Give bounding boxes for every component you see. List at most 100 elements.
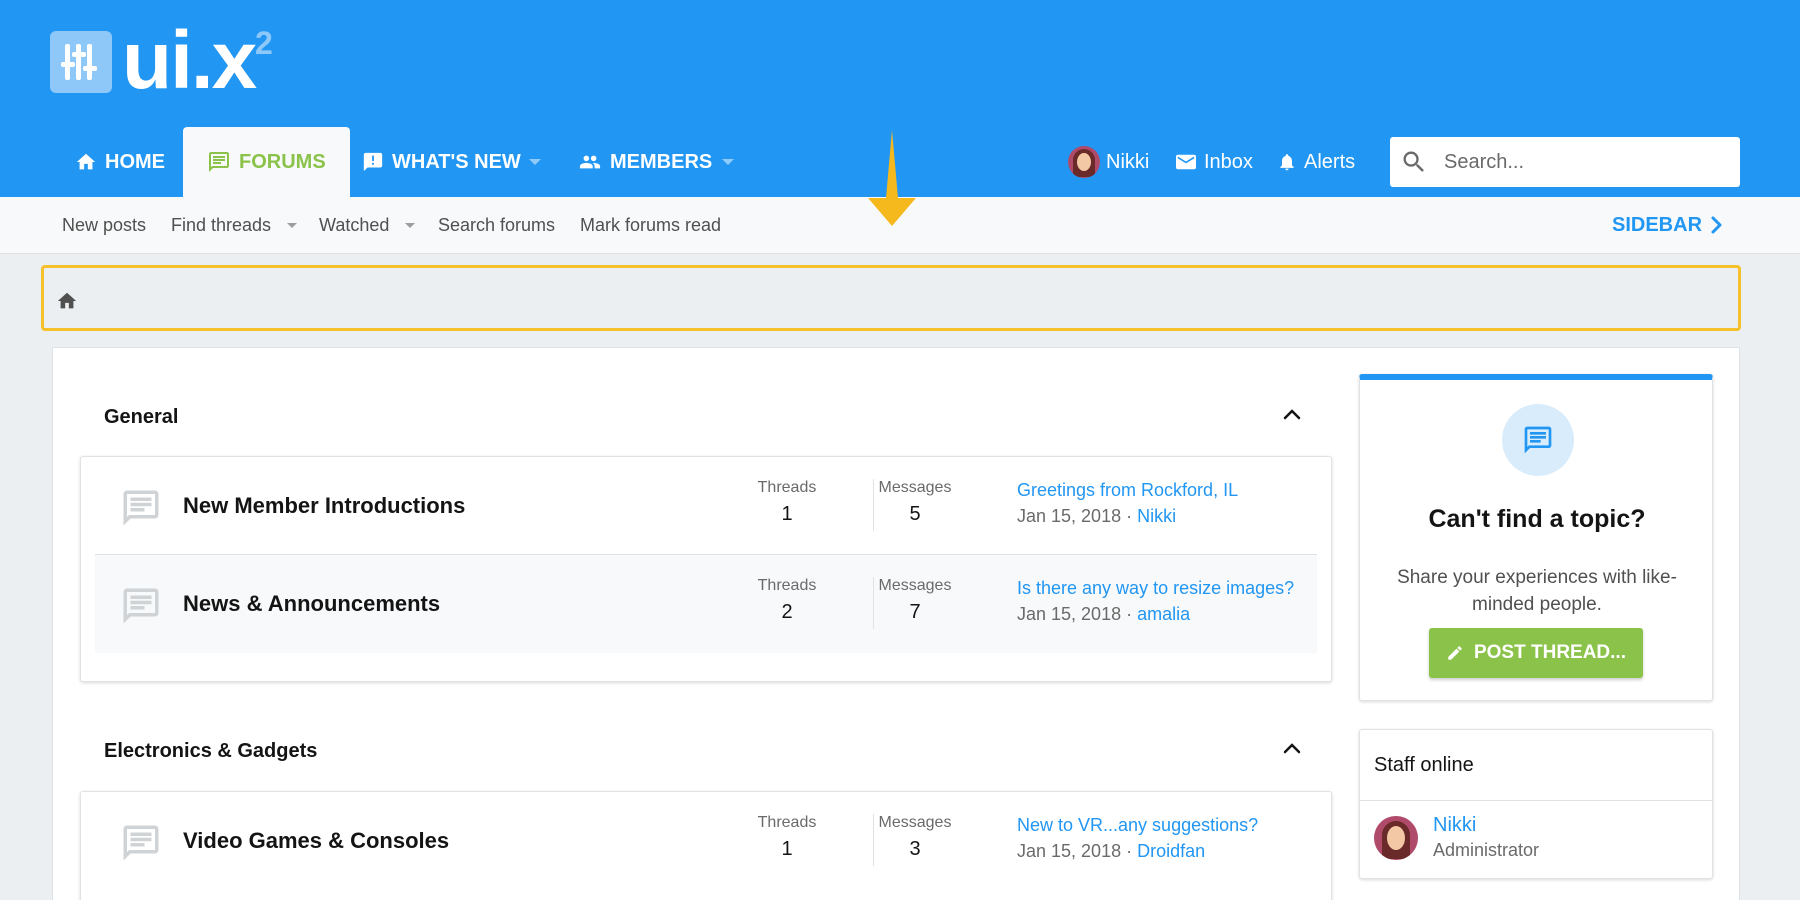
tab-members[interactable]: MEMBERS xyxy=(578,127,712,197)
alerts-label: Alerts xyxy=(1304,150,1356,173)
staff-member-name[interactable]: Nikki xyxy=(1433,814,1476,837)
messages-count: 5 xyxy=(909,503,921,525)
user-avatar xyxy=(1068,146,1100,178)
sliders-icon xyxy=(61,44,97,80)
category-title[interactable]: Electronics & Gadgets xyxy=(104,740,317,763)
subnav-search-forums[interactable]: Search forums xyxy=(438,197,555,253)
messages-stat: Messages 7 xyxy=(870,577,960,624)
logo-text[interactable]: ui.x xyxy=(122,16,257,106)
forum-chat-icon xyxy=(1522,424,1554,456)
tab-forums-label: FORUMS xyxy=(239,150,326,173)
post-thread-widget: Can't find a topic? Share your experienc… xyxy=(1359,374,1713,701)
pencil-icon xyxy=(1446,644,1464,662)
inbox-link[interactable]: Inbox xyxy=(1175,145,1253,179)
latest-post-date: Jan 15, 2018 · xyxy=(1017,506,1133,526)
tab-whats-new[interactable]: WHAT'S NEW xyxy=(362,127,521,197)
threads-count: 1 xyxy=(781,838,793,860)
cta-icon-circle xyxy=(1502,404,1574,476)
node-list: Video Games & Consoles Threads 1 Message… xyxy=(80,791,1332,900)
subnav-mark-forums-read[interactable]: Mark forums read xyxy=(580,197,721,253)
forum-chat-icon xyxy=(119,822,163,864)
staff-online-widget: Staff online Nikki Administrator xyxy=(1359,729,1713,879)
forum-node-row[interactable]: Video Games & Consoles Threads 1 Message… xyxy=(95,792,1317,890)
forum-chat-icon xyxy=(119,585,163,627)
forum-node-row[interactable]: New Member Introductions Threads 1 Messa… xyxy=(95,457,1317,555)
threads-stat: Threads 1 xyxy=(742,479,832,526)
messages-stat: Messages 3 xyxy=(870,814,960,861)
post-thread-label: POST THREAD... xyxy=(1473,642,1626,663)
threads-label: Threads xyxy=(757,479,817,496)
home-icon xyxy=(75,151,97,173)
post-thread-button[interactable]: POST THREAD... xyxy=(1429,628,1643,678)
latest-post-meta: Jan 15, 2018 · Droidfan xyxy=(1017,838,1307,864)
latest-post-meta: Jan 15, 2018 · amalia xyxy=(1017,601,1307,627)
pointer-arrow-annotation xyxy=(864,130,920,233)
inbox-label: Inbox xyxy=(1204,150,1253,173)
messages-label: Messages xyxy=(878,577,952,594)
tab-whats-new-label: WHAT'S NEW xyxy=(392,150,521,173)
latest-post: Greetings from Rockford, IL Jan 15, 2018… xyxy=(1017,477,1307,529)
latest-post: New to VR...any suggestions? Jan 15, 201… xyxy=(1017,812,1307,864)
find-threads-dropdown-caret[interactable] xyxy=(287,223,297,228)
avatar[interactable] xyxy=(1374,816,1418,860)
staff-online-title: Staff online xyxy=(1374,753,1474,776)
forum-node-row[interactable]: News & Announcements Threads 2 Messages … xyxy=(95,555,1317,653)
staff-member-role: Administrator xyxy=(1433,840,1540,860)
node-list: New Member Introductions Threads 1 Messa… xyxy=(80,456,1332,682)
widget-divider xyxy=(1360,800,1712,801)
bell-icon xyxy=(1277,151,1297,173)
chevron-up-icon[interactable] xyxy=(1281,738,1303,760)
threads-count: 1 xyxy=(781,503,793,525)
subnav-watched[interactable]: Watched xyxy=(319,197,389,253)
messages-count: 3 xyxy=(909,838,921,860)
forum-chat-icon xyxy=(207,150,231,174)
latest-post-title[interactable]: Is there any way to resize images? xyxy=(1017,575,1307,601)
messages-count: 7 xyxy=(909,601,921,623)
tab-members-label: MEMBERS xyxy=(610,150,713,173)
forum-title[interactable]: News & Announcements xyxy=(183,555,440,653)
account-link[interactable]: Nikki xyxy=(1068,145,1149,179)
cta-title: Can't find a topic? xyxy=(1428,505,1646,533)
members-dropdown-caret[interactable] xyxy=(722,159,734,165)
cta-description: Share your experiences with like-minded … xyxy=(1397,567,1677,615)
latest-post-user[interactable]: Nikki xyxy=(1137,506,1176,526)
latest-post-user[interactable]: amalia xyxy=(1137,604,1190,624)
breadcrumb-home-icon[interactable] xyxy=(56,290,78,312)
username: Nikki xyxy=(1106,150,1150,173)
latest-post-title[interactable]: Greetings from Rockford, IL xyxy=(1017,477,1307,503)
latest-post-title[interactable]: New to VR...any suggestions? xyxy=(1017,812,1307,838)
tab-forums[interactable]: FORUMS xyxy=(183,127,350,197)
threads-label: Threads xyxy=(757,814,817,831)
mail-icon xyxy=(1175,152,1197,172)
tab-home-label: HOME xyxy=(105,150,165,173)
forum-title[interactable]: Video Games & Consoles xyxy=(183,792,449,890)
logo-superscript: 2 xyxy=(255,25,273,61)
tab-home[interactable]: HOME xyxy=(75,127,165,197)
threads-count: 2 xyxy=(781,601,793,623)
watched-dropdown-caret[interactable] xyxy=(405,223,415,228)
whats-new-dropdown-caret[interactable] xyxy=(529,159,541,165)
latest-post-date: Jan 15, 2018 · xyxy=(1017,841,1133,861)
search-box[interactable] xyxy=(1390,137,1740,187)
latest-post: Is there any way to resize images? Jan 1… xyxy=(1017,575,1307,627)
latest-post-date: Jan 15, 2018 · xyxy=(1017,604,1133,624)
sidebar-toggle[interactable]: SIDEBAR xyxy=(1612,197,1724,253)
subnav-new-posts[interactable]: New posts xyxy=(62,197,146,253)
alerts-link[interactable]: Alerts xyxy=(1277,145,1355,179)
search-input[interactable] xyxy=(1444,150,1724,174)
forum-title[interactable]: New Member Introductions xyxy=(183,457,465,555)
chevron-right-icon xyxy=(1710,215,1724,235)
latest-post-user[interactable]: Droidfan xyxy=(1137,841,1205,861)
threads-stat: Threads 2 xyxy=(742,577,832,624)
sidebar-toggle-label: SIDEBAR xyxy=(1612,213,1703,236)
forum-chat-icon xyxy=(119,487,163,529)
messages-label: Messages xyxy=(878,814,952,831)
latest-post-meta: Jan 15, 2018 · Nikki xyxy=(1017,503,1307,529)
logo-mark[interactable] xyxy=(50,31,112,93)
threads-stat: Threads 1 xyxy=(742,814,832,861)
chevron-up-icon[interactable] xyxy=(1281,404,1303,426)
members-icon xyxy=(578,151,602,173)
subnav-find-threads[interactable]: Find threads xyxy=(171,197,271,253)
messages-stat: Messages 5 xyxy=(870,479,960,526)
category-title[interactable]: General xyxy=(104,406,178,429)
